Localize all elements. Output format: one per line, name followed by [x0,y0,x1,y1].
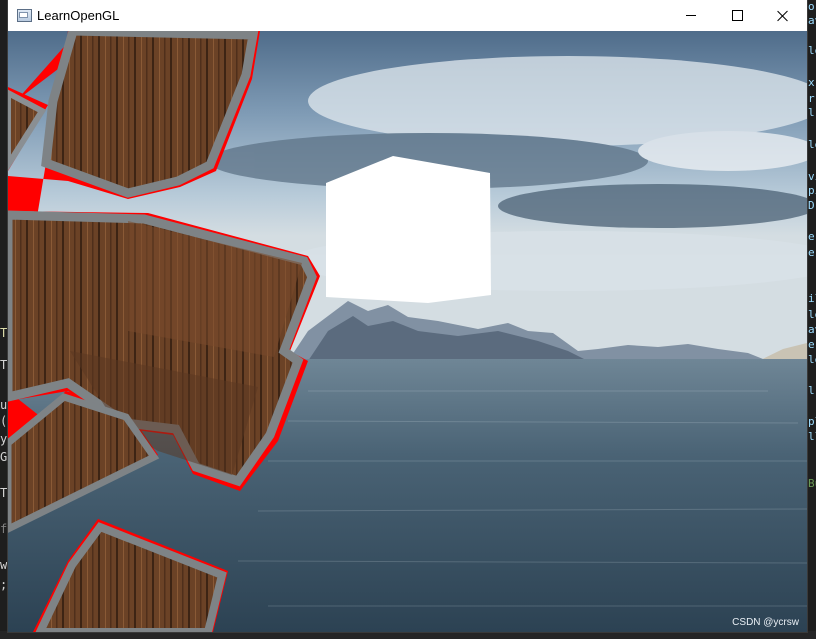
editor-fragment: e [808,338,815,351]
window-app-icon [17,9,32,22]
window-title: LearnOpenGL [37,8,120,23]
editor-fragment: le [808,138,816,151]
editor-fragment: ll [808,430,816,443]
editor-fragment: r [808,92,815,105]
editor-fragment: e [808,230,815,243]
minimize-button[interactable] [668,0,714,31]
close-button[interactable] [760,0,806,31]
opengl-viewport[interactable]: CSDN @ycrsw [8,31,807,632]
editor-fragment: x [808,76,815,89]
editor-fragment: u [0,398,8,412]
editor-fragment: T [0,358,8,372]
editor-fragment: e [808,246,815,259]
editor-fragment: le [808,44,816,57]
editor-fragment: D: [808,199,816,212]
editor-fragment: l [808,106,815,119]
maximize-icon [731,10,743,21]
background-taskbar-edge [0,631,816,639]
title-bar[interactable]: LearnOpenGL [8,0,807,31]
background-editor-right: o av le x r l le vi pi D: e e il le av e… [807,0,816,639]
editor-fragment: T [0,326,8,340]
editor-fragment: f [0,522,8,536]
light-cube [326,156,491,303]
maximize-button[interactable] [714,0,760,31]
background-editor-left: T T u ( y G T f w ; [0,0,8,639]
editor-fragment: ( [0,414,8,428]
editor-fragment: w [0,558,8,572]
minimize-icon [686,15,696,16]
editor-fragment: T [0,486,8,500]
editor-fragment: pi [808,184,816,197]
app-window: LearnOpenGL CSDN @ycrsw [8,0,807,632]
editor-fragment: Bu [808,477,816,490]
editor-fragment: le [808,308,816,321]
editor-fragment: pl [808,415,816,428]
editor-fragment: av [808,323,816,336]
editor-fragment: av [808,14,816,27]
render-scene [8,31,807,632]
watermark: CSDN @ycrsw [732,617,799,628]
editor-fragment: o [808,0,815,13]
editor-fragment: y [0,432,8,446]
editor-fragment: G [0,450,8,464]
editor-fragment: vi [808,170,816,183]
editor-fragment: le [808,353,816,366]
editor-fragment: l [808,384,815,397]
editor-fragment: il [808,292,816,305]
close-icon [777,10,789,22]
editor-fragment: ; [0,578,8,592]
